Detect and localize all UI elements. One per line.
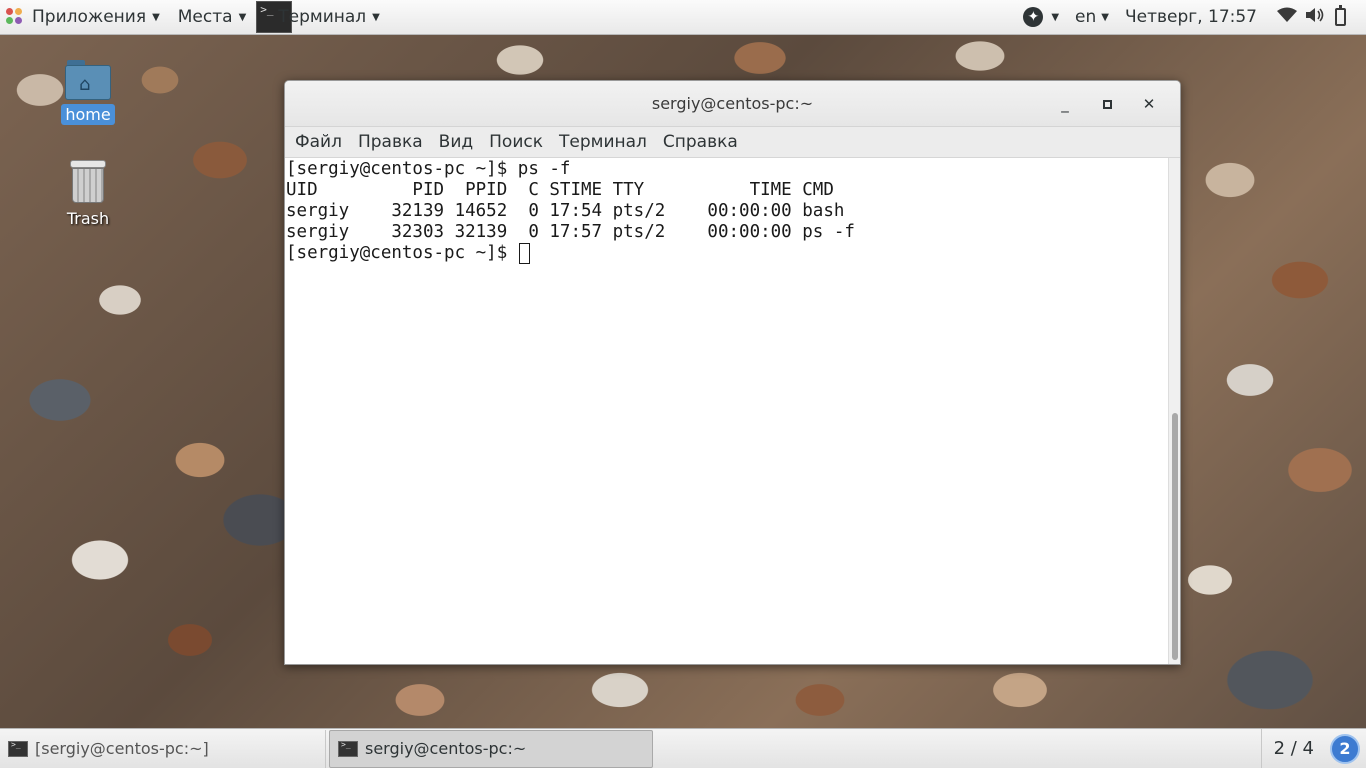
notification-badge[interactable]: 2 xyxy=(1330,733,1360,764)
terminal-app-label: Терминал xyxy=(278,7,367,27)
text-cursor xyxy=(518,243,530,264)
menu-view[interactable]: Вид xyxy=(431,132,481,152)
terminal-prompt: [sergiy@centos-pc ~]$ xyxy=(286,243,518,263)
menu-edit[interactable]: Правка xyxy=(350,132,431,152)
menu-search[interactable]: Поиск xyxy=(481,132,551,152)
close-button[interactable]: ✕ xyxy=(1128,89,1170,119)
home-folder-icon: ⌂ xyxy=(65,60,111,100)
trash-icon xyxy=(69,158,107,204)
menu-help[interactable]: Справка xyxy=(655,132,746,152)
terminal-line: [sergiy@centos-pc ~]$ ps -f xyxy=(286,159,571,179)
clock[interactable]: Четверг, 17:57 xyxy=(1117,7,1265,27)
taskbar-item-label: [sergiy@centos-pc:~] xyxy=(35,739,209,758)
bottom-panel: [sergiy@centos-pc:~] sergiy@centos-pc:~ … xyxy=(0,728,1366,768)
chevron-down-icon: ▼ xyxy=(1101,11,1109,23)
terminal-prompt-line: [sergiy@centos-pc ~]$ xyxy=(286,243,1168,264)
minimize-icon: _ xyxy=(1061,95,1069,113)
terminal-app-menu[interactable]: >_ Терминал ▼ xyxy=(256,0,386,35)
volume-icon xyxy=(1305,7,1325,28)
chevron-down-icon: ▼ xyxy=(152,11,160,23)
language-menu[interactable]: en ▼ xyxy=(1067,7,1117,27)
terminal-window: sergiy@centos-pc:~ _ ✕ Файл Правка Вид П… xyxy=(284,80,1181,665)
workspace-indicator[interactable]: 2 / 4 xyxy=(1260,728,1326,768)
taskbar-item[interactable]: [sergiy@centos-pc:~] xyxy=(0,729,326,768)
desktop-icon-label: home xyxy=(61,104,115,125)
applications-icon xyxy=(6,8,24,26)
window-title: sergiy@centos-pc:~ xyxy=(651,94,814,113)
accessibility-menu[interactable]: ✦ ▼ xyxy=(1015,7,1067,27)
desktop-icon-home[interactable]: ⌂ home xyxy=(48,60,128,125)
desktop-icon-label: Trash xyxy=(66,209,110,228)
taskbar-item-label: sergiy@centos-pc:~ xyxy=(365,739,527,758)
places-menu[interactable]: Места ▼ xyxy=(172,0,253,35)
places-label: Места xyxy=(177,7,233,27)
chevron-down-icon: ▼ xyxy=(372,11,380,23)
system-tray: ✦ ▼ en ▼ Четверг, 17:57 xyxy=(1015,0,1366,35)
terminal-icon xyxy=(338,740,358,757)
maximize-button[interactable] xyxy=(1086,89,1128,119)
desktop-icon-trash[interactable]: Trash xyxy=(48,158,128,229)
applications-label: Приложения xyxy=(32,7,147,27)
window-titlebar[interactable]: sergiy@centos-pc:~ _ ✕ xyxy=(285,81,1180,127)
terminal-line: UID PID PPID C STIME TTY TIME CMD xyxy=(286,180,834,200)
system-menu[interactable] xyxy=(1265,5,1366,28)
accessibility-icon: ✦ xyxy=(1023,7,1044,27)
terminal-line: sergiy 32139 14652 0 17:54 pts/2 00:00:0… xyxy=(286,201,845,221)
maximize-icon xyxy=(1102,99,1112,109)
terminal-scrollbar[interactable] xyxy=(1168,158,1180,664)
chevron-down-icon: ▼ xyxy=(1051,11,1060,23)
wifi-icon xyxy=(1277,7,1297,28)
minimize-button[interactable]: _ xyxy=(1044,89,1086,119)
terminal-icon xyxy=(8,740,28,757)
applications-menu[interactable]: Приложения ▼ xyxy=(0,0,166,35)
language-label: en xyxy=(1075,7,1097,27)
taskbar-item-active[interactable]: sergiy@centos-pc:~ xyxy=(329,729,653,768)
menu-file[interactable]: Файл xyxy=(287,132,350,152)
terminal-line: sergiy 32303 32139 0 17:57 pts/2 00:00:0… xyxy=(286,222,855,242)
close-icon: ✕ xyxy=(1142,95,1156,113)
battery-icon xyxy=(1335,5,1346,26)
window-controls: _ ✕ xyxy=(1044,81,1170,127)
top-panel: Приложения ▼ Места ▼ >_ Терминал ▼ ✦ ▼ e… xyxy=(0,0,1366,35)
chevron-down-icon: ▼ xyxy=(238,11,247,23)
menu-terminal[interactable]: Терминал xyxy=(551,132,655,152)
scrollbar-thumb[interactable] xyxy=(1172,413,1178,660)
workspace-switcher: 2 / 4 2 xyxy=(1260,728,1366,768)
terminal-output[interactable]: [sergiy@centos-pc ~]$ ps -f UID PID PPID … xyxy=(285,158,1168,664)
datetime-label: Четверг, 17:57 xyxy=(1124,7,1257,27)
menu-bar: Файл Правка Вид Поиск Терминал Справка xyxy=(285,127,1180,158)
